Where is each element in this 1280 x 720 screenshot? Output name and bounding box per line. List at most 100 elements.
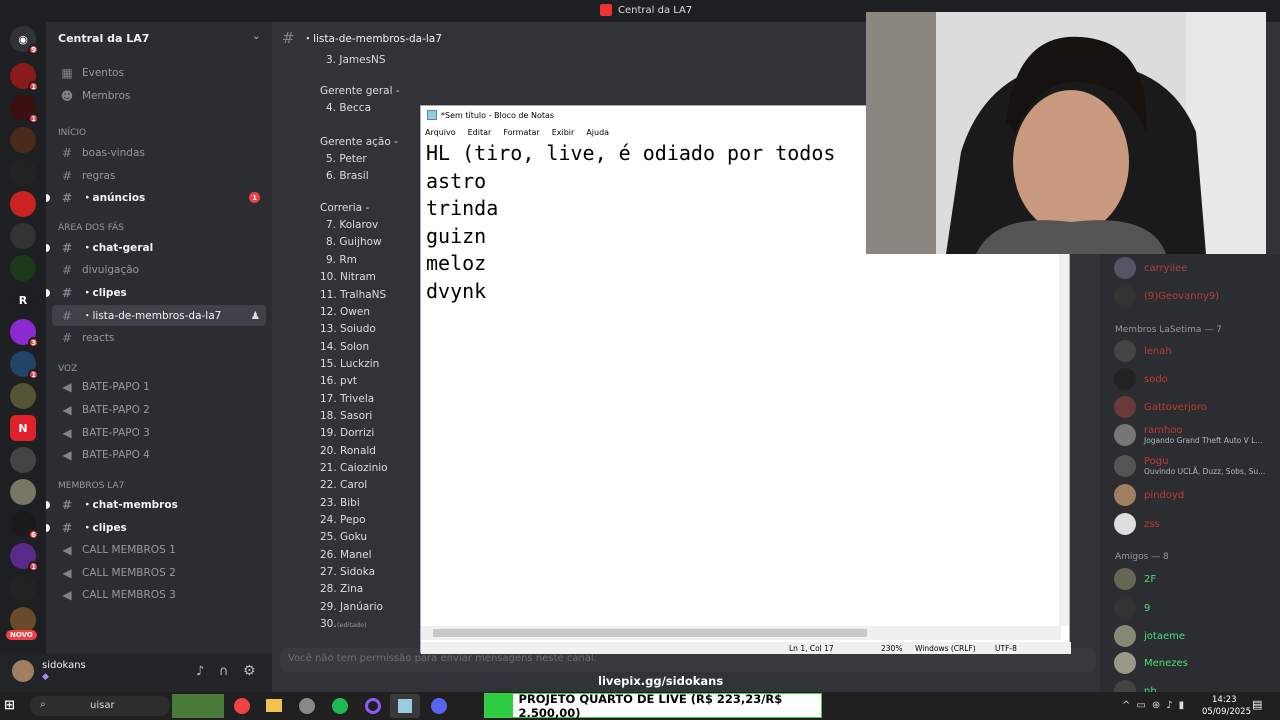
channel-chat-membros[interactable]: # ・chat-membros (52, 494, 266, 515)
avatar (1114, 455, 1136, 477)
chrome-icon[interactable] (234, 698, 250, 714)
menu-editar[interactable]: Editar (468, 128, 492, 137)
username: sidokans (42, 660, 86, 671)
headphones-icon[interactable]: ∩ (219, 664, 229, 679)
channel-chat-geral[interactable]: # ・chat-geral (52, 237, 266, 258)
tray-icons[interactable]: ^▭⊛♪▮ (1122, 700, 1190, 711)
message-line: 7. Kolarov (326, 219, 379, 231)
server-icon[interactable]: 1 (10, 63, 39, 92)
server-icon[interactable] (10, 479, 36, 505)
message-line: 10. Nitram (320, 271, 376, 283)
channel-lista-de-membros[interactable]: # ・lista-de-membros-da-la7 ♟ (52, 305, 266, 326)
server-icon[interactable]: 6 (10, 511, 39, 540)
speaker-icon: ◀ (62, 447, 72, 462)
category-membros-la7[interactable]: MEMBROS LA7 (58, 481, 124, 491)
add-member-icon[interactable]: ♟ (251, 310, 260, 322)
notification-icon[interactable]: ▤ (1252, 698, 1262, 711)
channel-clipes-membros[interactable]: # ・clipes (52, 517, 266, 538)
voice-bate-papo-1[interactable]: ◀ BATE-PAPO 1 (52, 376, 266, 397)
channel-boas-vindas[interactable]: # boas-vindas (52, 142, 266, 163)
member-item[interactable]: 9 (1114, 597, 1150, 619)
voice-call-membros-3[interactable]: ◀ CALL MEMBROS 3 (52, 584, 266, 605)
donation-goal-bar: PROJETO QUARTO DE LIVE (R$ 223,23/R$ 2.5… (484, 692, 822, 720)
server-icon[interactable]: R (10, 287, 36, 313)
channel-anuncios[interactable]: # ・anúncios 1 (52, 187, 266, 208)
member-item[interactable]: sodo (1114, 368, 1168, 390)
voice-bate-papo-2[interactable]: ◀ BATE-PAPO 2 (52, 399, 266, 420)
server-icon[interactable]: N (10, 415, 36, 441)
folder-icon[interactable] (266, 699, 282, 712)
server-icon[interactable]: 3 (10, 319, 39, 348)
speaker-icon: ◀ (62, 565, 72, 580)
server-icon[interactable] (10, 223, 36, 249)
avatar (1114, 285, 1136, 307)
member-item[interactable]: Menezes (1114, 652, 1188, 674)
app-icon[interactable] (299, 698, 315, 714)
category-inicio[interactable]: INÍCIO (58, 128, 86, 138)
channel-regras[interactable]: # regras (52, 165, 266, 186)
member-item[interactable]: carryilee (1114, 257, 1187, 279)
member-item[interactable]: Gattoverjoro (1114, 396, 1207, 418)
server-icon[interactable] (10, 255, 36, 281)
horizontal-scrollbar[interactable] (421, 626, 1061, 640)
member-item[interactable]: Pogu Ouvindo UCLÃ, Duzz, Sobs, Su... (1114, 455, 1265, 477)
member-category-lasetima: Membros LaSetima — 7 (1115, 325, 1222, 335)
notepad-text-area[interactable]: HL (tiro, live, é odiado por todos astro… (426, 140, 835, 305)
server-icon[interactable]: 1 (10, 95, 39, 124)
voice-bate-papo-4[interactable]: ◀ BATE-PAPO 4 (52, 444, 266, 465)
webcam-overlay (866, 12, 1266, 254)
speaker-icon: ◀ (62, 587, 72, 602)
server-icon[interactable] (10, 127, 36, 153)
server-name[interactable]: Central da LA7 (58, 32, 149, 45)
search-box[interactable]: ⌕ uisar (30, 696, 170, 716)
menu-formatar[interactable]: Formatar (503, 128, 539, 137)
channel-clipes[interactable]: # ・clipes (52, 282, 266, 303)
server-icon[interactable] (10, 191, 36, 217)
channel-reacts[interactable]: # reacts (52, 327, 266, 348)
widgets-icon[interactable] (172, 694, 224, 718)
gear-icon[interactable]: ⚙ (243, 663, 256, 679)
server-icon[interactable] (10, 383, 36, 409)
server-icon[interactable]: 1 (10, 543, 39, 572)
discord-icon[interactable] (431, 698, 447, 714)
server-icon[interactable] (10, 447, 36, 473)
speaker-icon: ◀ (62, 402, 72, 417)
voice-bate-papo-3[interactable]: ◀ BATE-PAPO 3 (52, 422, 266, 443)
member-item[interactable]: jotaeme (1114, 625, 1185, 647)
voice-call-membros-2[interactable]: ◀ CALL MEMBROS 2 (52, 562, 266, 583)
discord-home-icon[interactable]: ◉ 9 (10, 26, 39, 55)
voice-call-membros-1[interactable]: ◀ CALL MEMBROS 1 (52, 539, 266, 560)
spotify-icon[interactable] (332, 698, 348, 714)
server-icon[interactable]: 1 (10, 351, 39, 380)
menu-exibir[interactable]: Exibir (552, 128, 575, 137)
chevron-down-icon[interactable]: ⌄ (252, 31, 260, 42)
avatar (1114, 484, 1136, 506)
app-icon[interactable] (365, 698, 381, 714)
events-link[interactable]: ▦ Eventos (52, 62, 266, 83)
server-rail: ◉ 9 1 1 R 3 1 N 6 1 NOVO (0, 22, 46, 692)
avatar[interactable] (12, 660, 34, 682)
member-item[interactable]: lenah (1114, 340, 1172, 362)
menu-ajuda[interactable]: Ajuda (586, 128, 609, 137)
category-area-dos-fas[interactable]: ÁREA DOS FÃS (58, 223, 124, 233)
notepad-task-icon[interactable] (390, 694, 420, 718)
start-icon[interactable]: ⊞ (4, 698, 15, 713)
server-icon[interactable] (10, 159, 36, 185)
scroll-thumb[interactable] (433, 629, 867, 637)
notepad-icon (398, 699, 412, 713)
category-voz[interactable]: VOZ (58, 364, 77, 374)
member-item[interactable]: zss (1114, 513, 1160, 535)
message-line: 30. (320, 618, 337, 630)
avatar (1114, 340, 1136, 362)
member-item[interactable]: ramhoo Jogando Grand Theft Auto V L... (1114, 424, 1262, 446)
member-item[interactable]: 2F (1114, 568, 1156, 590)
menu-arquivo[interactable]: Arquivo (425, 128, 456, 137)
message-line: 28. Zina (320, 583, 364, 595)
member-item[interactable]: (9)Geovanny9) (1114, 285, 1219, 307)
message-line: 24. Pepo (320, 514, 366, 526)
channel-divulgacao[interactable]: # divulgação (52, 259, 266, 280)
microphone-icon[interactable]: ♪ (196, 664, 204, 679)
members-link[interactable]: ☻ Membros (52, 85, 266, 106)
server-icon[interactable] (10, 575, 36, 601)
member-item[interactable]: pindoyd (1114, 484, 1184, 506)
